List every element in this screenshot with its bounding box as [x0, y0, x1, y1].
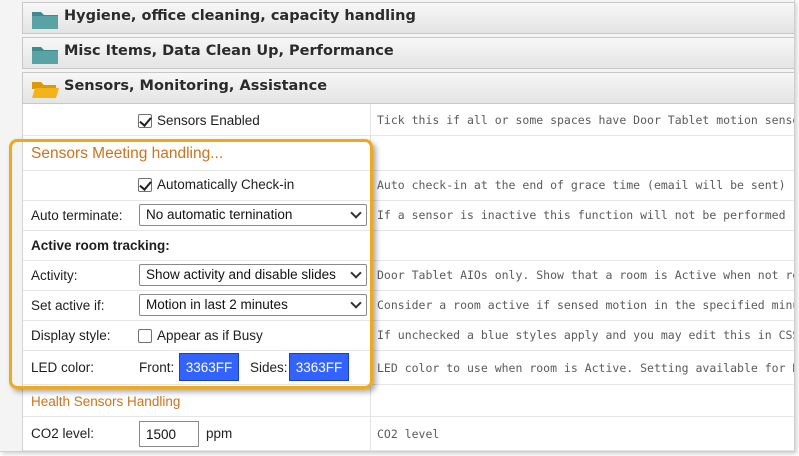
auto-checkin-row: Automatically Check-in Auto check-in at …	[23, 171, 794, 201]
display-style-row: Display style: Appear as if Busy If unch…	[23, 321, 795, 351]
led-front-value: 3363FF	[185, 359, 233, 375]
chevron-down-icon	[350, 267, 362, 279]
sensors-enabled-checkbox[interactable]	[138, 114, 152, 128]
activity-label: Activity:	[31, 268, 78, 283]
display-style-label: Display style:	[31, 328, 111, 343]
appear-busy-label: Appear as if Busy	[157, 328, 263, 343]
folder-open-icon	[32, 82, 59, 98]
activity-row: Activity: Show activity and disable slid…	[23, 261, 795, 291]
set-active-value: Motion in last 2 minutes	[146, 297, 288, 312]
auto-terminate-label: Auto terminate:	[31, 208, 123, 223]
auto-checkin-label: Automatically Check-in	[157, 177, 295, 192]
co2-unit: ppm	[206, 426, 233, 441]
sensors-enabled-row: Sensors Enabled Tick this if all or some…	[23, 104, 795, 136]
health-heading: Health Sensors Handling	[31, 394, 181, 409]
led-sides-label: Sides:	[250, 360, 288, 375]
auto-terminate-select[interactable]: No automatic ternination	[139, 204, 367, 226]
folder-closed-icon	[32, 12, 58, 29]
auto-terminate-row: Auto terminate: No automatic ternination…	[23, 201, 794, 231]
led-sides-color-input[interactable]: 3363FF	[289, 353, 349, 381]
section-title: Sensors, Monitoring, Assistance	[64, 78, 328, 94]
led-color-label: LED color:	[31, 360, 95, 375]
health-heading-row: Health Sensors Handling	[23, 387, 794, 417]
led-front-label: Front:	[139, 360, 175, 375]
auto-checkin-desc: Auto check-in at the end of grace time (…	[377, 178, 786, 192]
co2-desc: CO2 level	[377, 427, 440, 441]
led-sides-value: 3363FF	[295, 359, 343, 375]
led-color-row: LED color: Front: 3363FF Sides: 3363FF L…	[23, 351, 795, 385]
activity-value: Show activity and disable slides	[146, 267, 336, 282]
section-header-misc[interactable]: Misc Items, Data Clean Up, Performance	[22, 37, 794, 69]
appear-busy-checkbox[interactable]	[138, 329, 152, 343]
set-active-desc: Consider a room active if sensed motion …	[377, 298, 795, 312]
auto-terminate-value: No automatic ternination	[146, 207, 293, 222]
co2-level-input[interactable]	[139, 421, 199, 447]
sensors-enabled-desc: Tick this if all or some spaces have Doo…	[377, 113, 795, 127]
folder-closed-icon	[32, 47, 58, 64]
co2-label: CO2 level:	[31, 426, 95, 441]
active-tracking-heading: Active room tracking:	[31, 238, 170, 253]
section-title: Hygiene, office cleaning, capacity handl…	[64, 8, 416, 24]
chevron-down-icon	[350, 297, 362, 309]
meeting-handling-heading: Sensors Meeting handling...	[31, 145, 224, 162]
chevron-down-icon	[350, 207, 362, 219]
sensors-enabled-label: Sensors Enabled	[157, 113, 260, 128]
section-header-hygiene[interactable]: Hygiene, office cleaning, capacity handl…	[22, 2, 794, 34]
set-active-select[interactable]: Motion in last 2 minutes	[139, 294, 367, 316]
set-active-row: Set active if: Motion in last 2 minutes …	[23, 291, 795, 321]
activity-select[interactable]: Show activity and disable slides	[139, 264, 367, 286]
active-tracking-heading-row: Active room tracking:	[23, 231, 794, 261]
display-style-desc: If unchecked a blue styles apply and you…	[377, 328, 795, 342]
section-header-sensors[interactable]: Sensors, Monitoring, Assistance	[22, 72, 794, 104]
led-front-color-input[interactable]: 3363FF	[179, 353, 239, 381]
sensors-section-panel: Sensors Enabled Tick this if all or some…	[22, 104, 795, 451]
co2-row: CO2 level: ppm CO2 level	[23, 417, 794, 451]
auto-checkin-checkbox[interactable]	[138, 178, 152, 192]
set-active-label: Set active if:	[31, 298, 105, 313]
section-title: Misc Items, Data Clean Up, Performance	[64, 43, 394, 59]
activity-desc: Door Tablet AIOs only. Show that a room …	[377, 268, 795, 282]
meeting-handling-heading-row: Sensors Meeting handling...	[23, 139, 794, 171]
auto-terminate-desc: If a sensor is inactive this function wi…	[377, 208, 786, 222]
settings-window: Hygiene, office cleaning, capacity handl…	[0, 0, 795, 452]
led-color-desc: LED color to use when room is Active. Se…	[377, 361, 795, 375]
